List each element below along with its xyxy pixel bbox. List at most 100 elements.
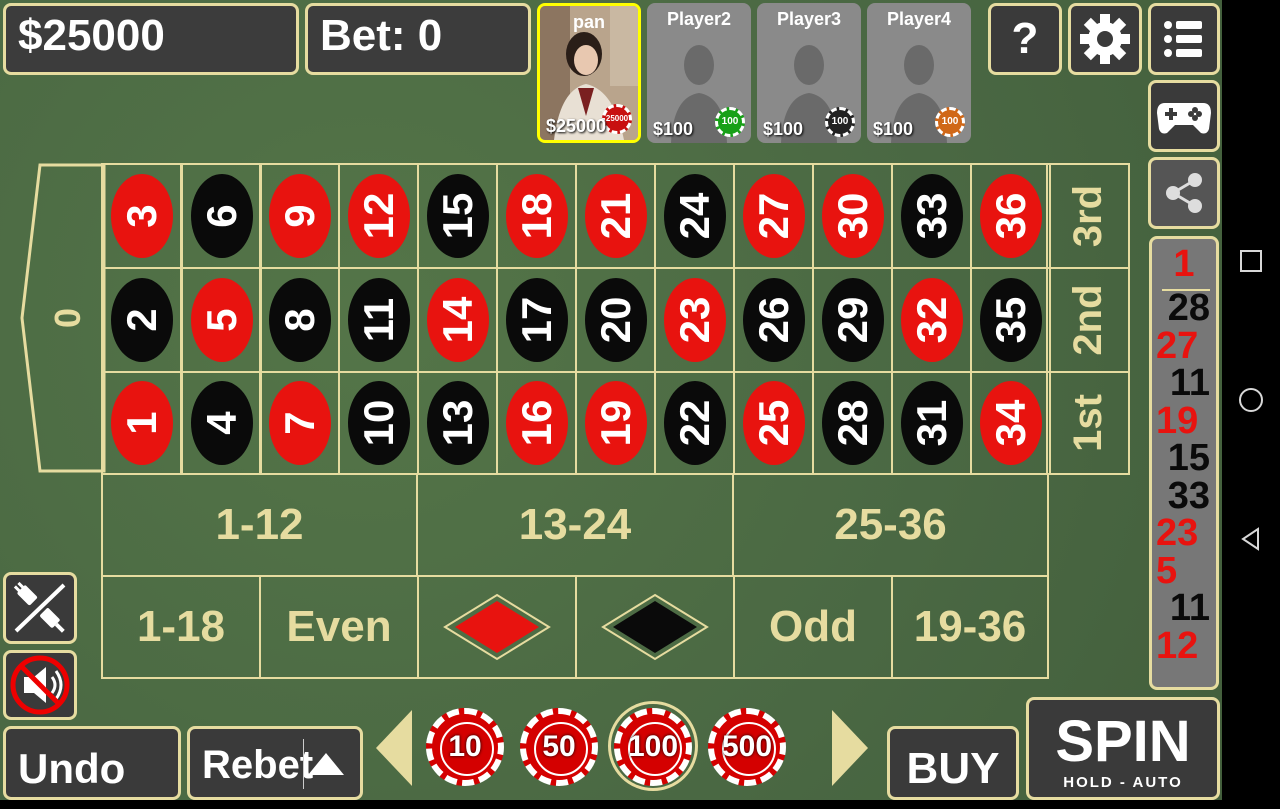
dozen-label: 1-12 — [215, 500, 304, 549]
number-cell[interactable]: 9 — [259, 163, 340, 269]
help-button[interactable]: ? — [988, 3, 1062, 75]
spin-button[interactable]: SPIN HOLD - AUTO — [1026, 697, 1220, 800]
number-cell[interactable]: 3 — [101, 163, 182, 269]
number-cell[interactable]: 7 — [259, 371, 340, 475]
mute-button[interactable] — [3, 650, 77, 720]
number-cell[interactable]: 23 — [654, 267, 735, 373]
player-chip: 100 — [935, 107, 965, 137]
rebet-button[interactable]: Rebet — [187, 726, 363, 800]
number-cell[interactable]: 1 — [101, 371, 182, 475]
number-cell[interactable]: 19 — [575, 371, 656, 475]
player-card-player4[interactable]: Player4 100 $100 — [867, 3, 971, 143]
number-cell[interactable]: 25 — [733, 371, 814, 475]
number-cell[interactable]: 21 — [575, 163, 656, 269]
number-cell[interactable]: 28 — [812, 371, 893, 475]
player-chip: 100 — [715, 107, 745, 137]
player-card-pan[interactable]: pan 25000 $25000 — [537, 3, 641, 143]
number-cell[interactable]: 4 — [181, 371, 262, 475]
bet-even[interactable]: Even — [259, 575, 419, 679]
number-label: 26 — [749, 296, 797, 344]
bet-odd[interactable]: Odd — [733, 575, 893, 679]
bet-1-18[interactable]: 1-18 — [101, 575, 261, 679]
bet-label: 1-18 — [136, 602, 226, 651]
number-cell[interactable]: 14 — [417, 267, 498, 373]
number-cell[interactable]: 34 — [970, 371, 1051, 475]
number-label: 10 — [354, 399, 402, 447]
chip-100[interactable]: 100 — [614, 708, 692, 786]
recents-nav-icon[interactable] — [1238, 248, 1264, 274]
chip-scroll-right-icon[interactable] — [830, 708, 870, 788]
number-cell[interactable]: 10 — [338, 371, 419, 475]
chip-50[interactable]: 50 — [520, 708, 598, 786]
number-label: 17 — [512, 296, 560, 344]
number-label: 25 — [749, 399, 797, 447]
undo-button[interactable]: Undo — [3, 726, 181, 800]
number-label: 34 — [986, 399, 1034, 447]
number-cell[interactable]: 2 — [101, 267, 182, 373]
number-cell[interactable]: 18 — [496, 163, 577, 269]
number-cell[interactable]: 32 — [891, 267, 972, 373]
chip-scroll-left-icon[interactable] — [374, 708, 414, 788]
player-card-player3[interactable]: Player3 100 $100 — [757, 3, 861, 143]
disconnect-button[interactable] — [3, 572, 77, 644]
number-cell[interactable]: 22 — [654, 371, 735, 475]
number-cell[interactable]: 17 — [496, 267, 577, 373]
number-cell[interactable]: 35 — [970, 267, 1051, 373]
number-cell[interactable]: 36 — [970, 163, 1051, 269]
settings-button[interactable] — [1068, 3, 1142, 75]
number-cell[interactable]: 15 — [417, 163, 498, 269]
player-chip: 25000 — [602, 104, 632, 134]
number-cell[interactable]: 13 — [417, 371, 498, 475]
menu-button[interactable] — [1148, 3, 1220, 75]
number-cell[interactable]: 33 — [891, 163, 972, 269]
number-label: 18 — [512, 192, 560, 240]
bet-black[interactable] — [575, 575, 735, 679]
bet-red[interactable] — [417, 575, 577, 679]
number-label: 19 — [591, 399, 639, 447]
player-name: Player2 — [666, 9, 732, 29]
red-diamond-icon — [443, 593, 551, 661]
column-bet-3rd[interactable]: 3rd — [1046, 163, 1130, 269]
column-bet-2nd[interactable]: 2nd — [1046, 267, 1130, 373]
chip-value: 100 — [627, 730, 679, 763]
dozen-bet-25-36[interactable]: 25-36 — [732, 473, 1049, 577]
number-cell[interactable]: 6 — [181, 163, 262, 269]
rebet-dropdown-arrow-icon[interactable] — [308, 753, 344, 775]
share-button[interactable] — [1148, 157, 1220, 229]
number-cell[interactable]: 24 — [654, 163, 735, 269]
number-cell[interactable]: 29 — [812, 267, 893, 373]
number-cell[interactable]: 20 — [575, 267, 656, 373]
number-cell[interactable]: 16 — [496, 371, 577, 475]
player-money: $100 — [873, 119, 914, 139]
system-nav-bar — [1222, 0, 1280, 800]
gamepad-button[interactable] — [1148, 80, 1220, 152]
dozen-bet-1-12[interactable]: 1-12 — [101, 473, 418, 577]
dozen-bet-13-24[interactable]: 13-24 — [416, 473, 734, 577]
number-cell[interactable]: 11 — [338, 267, 419, 373]
number-label: 24 — [670, 192, 718, 240]
number-cell[interactable]: 26 — [733, 267, 814, 373]
number-label: 28 — [828, 399, 876, 447]
history-item: 15 — [1167, 437, 1210, 479]
history-item: 33 — [1167, 474, 1210, 517]
number-cell[interactable]: 31 — [891, 371, 972, 475]
number-cell[interactable]: 8 — [259, 267, 340, 373]
number-cell[interactable]: 30 — [812, 163, 893, 269]
column-bet-1st[interactable]: 1st — [1046, 371, 1130, 475]
number-label: 6 — [197, 204, 245, 228]
buy-button[interactable]: BUY — [887, 726, 1019, 800]
number-cell[interactable]: 5 — [181, 267, 262, 373]
number-cell[interactable]: 27 — [733, 163, 814, 269]
bet-label: Odd — [769, 602, 857, 651]
home-nav-icon[interactable] — [1238, 387, 1264, 413]
number-cell[interactable]: 12 — [338, 163, 419, 269]
spin-label: SPIN — [1055, 709, 1191, 774]
number-label: 8 — [275, 308, 323, 332]
player-card-player2[interactable]: Player2 100 $100 — [647, 3, 751, 143]
chip-10[interactable]: 10 — [426, 708, 504, 786]
history-divider — [1162, 289, 1210, 291]
chip-value: 500 — [721, 730, 773, 763]
back-nav-icon[interactable] — [1238, 526, 1264, 552]
chip-500[interactable]: 500 — [708, 708, 786, 786]
bet-19-36[interactable]: 19-36 — [891, 575, 1049, 679]
